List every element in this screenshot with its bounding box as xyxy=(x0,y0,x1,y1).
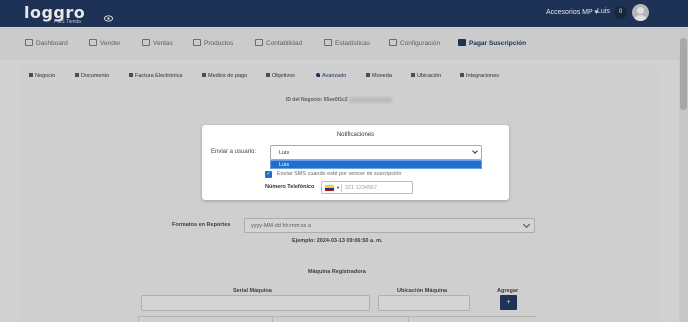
send-to-label: Enviar a usuario: xyxy=(211,149,257,155)
notifications-modal: Notificaciones Enviar a usuario: Luis Lu… xyxy=(202,125,509,200)
caret-down-icon: ▼ xyxy=(336,185,340,190)
phone-input[interactable]: ▼ 321 1234567 xyxy=(321,181,413,194)
user-select[interactable]: Luis xyxy=(270,145,482,160)
phone-label: Número Telefónico xyxy=(265,184,315,190)
sms-checkbox-label: Enviar SMS cuando esté por vencer mi sus… xyxy=(277,171,402,177)
user-option[interactable]: Luis xyxy=(270,160,482,169)
sms-checkbox[interactable]: ✓ xyxy=(265,171,272,178)
modal-title: Notificaciones xyxy=(336,132,375,138)
phone-placeholder: 321 1234567 xyxy=(345,185,378,191)
chevron-down-icon xyxy=(472,148,478,154)
colombia-flag-icon[interactable] xyxy=(325,185,334,191)
